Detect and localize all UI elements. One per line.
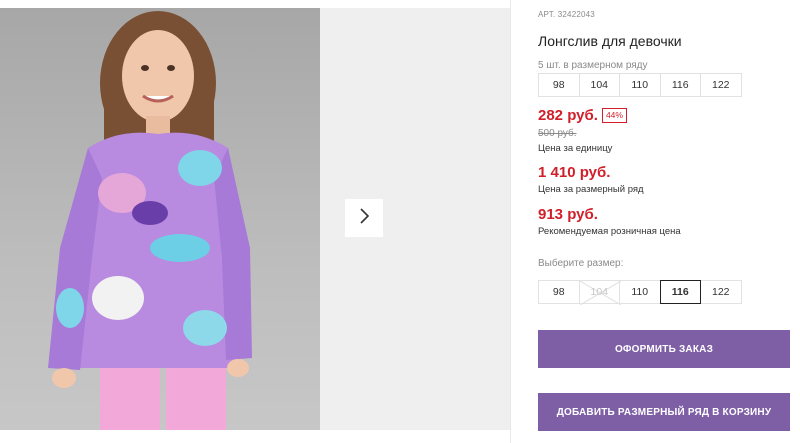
product-title: Лонгслив для девочки [538,33,682,49]
size-option-110[interactable]: 110 [619,280,661,304]
size-option-98[interactable]: 98 [538,280,580,304]
size-picker: 98 104 110 116 122 [538,280,742,305]
size-option-122[interactable]: 122 [700,280,742,304]
size-range-item: 122 [700,73,742,97]
unit-price-caption: Цена за единицу [538,143,613,154]
size-picker-label: Выберите размер: [538,258,624,269]
range-price: 1 410 руб. [538,164,611,181]
next-image-button[interactable] [345,199,383,237]
size-range-label: 5 шт. в размерном ряду [538,60,648,71]
chevron-right-icon [358,207,370,229]
panel-divider [510,0,511,443]
size-range-item: 98 [538,73,580,97]
product-gallery [0,0,510,443]
product-sku: АРТ. 32422043 [538,10,595,19]
product-photo[interactable] [0,8,320,430]
unit-price: 282 руб. [538,107,598,124]
discount-badge: 44% [601,108,627,123]
size-option-104: 104 [578,280,621,305]
product-page: АРТ. 32422043 Лонгслив для девочки 5 шт.… [0,0,800,443]
size-range-item: 110 [619,73,661,97]
range-price-caption: Цена за размерный ряд [538,184,644,195]
price-row: 282 руб. 44% [538,107,627,124]
retail-price: 913 руб. [538,206,598,223]
add-size-range-to-cart-button[interactable]: ДОБАВИТЬ РАЗМЕРНЫЙ РЯД В КОРЗИНУ [538,393,790,431]
size-range: 98 104 110 116 122 [538,73,742,97]
order-button[interactable]: ОФОРМИТЬ ЗАКАЗ [538,330,790,368]
size-range-item: 116 [659,73,701,97]
size-range-item: 104 [578,73,620,97]
size-option-116[interactable]: 116 [659,280,701,304]
old-price: 500 руб. [538,128,577,139]
retail-price-caption: Рекомендуемая розничная цена [538,226,681,237]
product-info: АРТ. 32422043 Лонгслив для девочки 5 шт.… [538,0,800,443]
size-option-label: 104 [590,286,609,298]
